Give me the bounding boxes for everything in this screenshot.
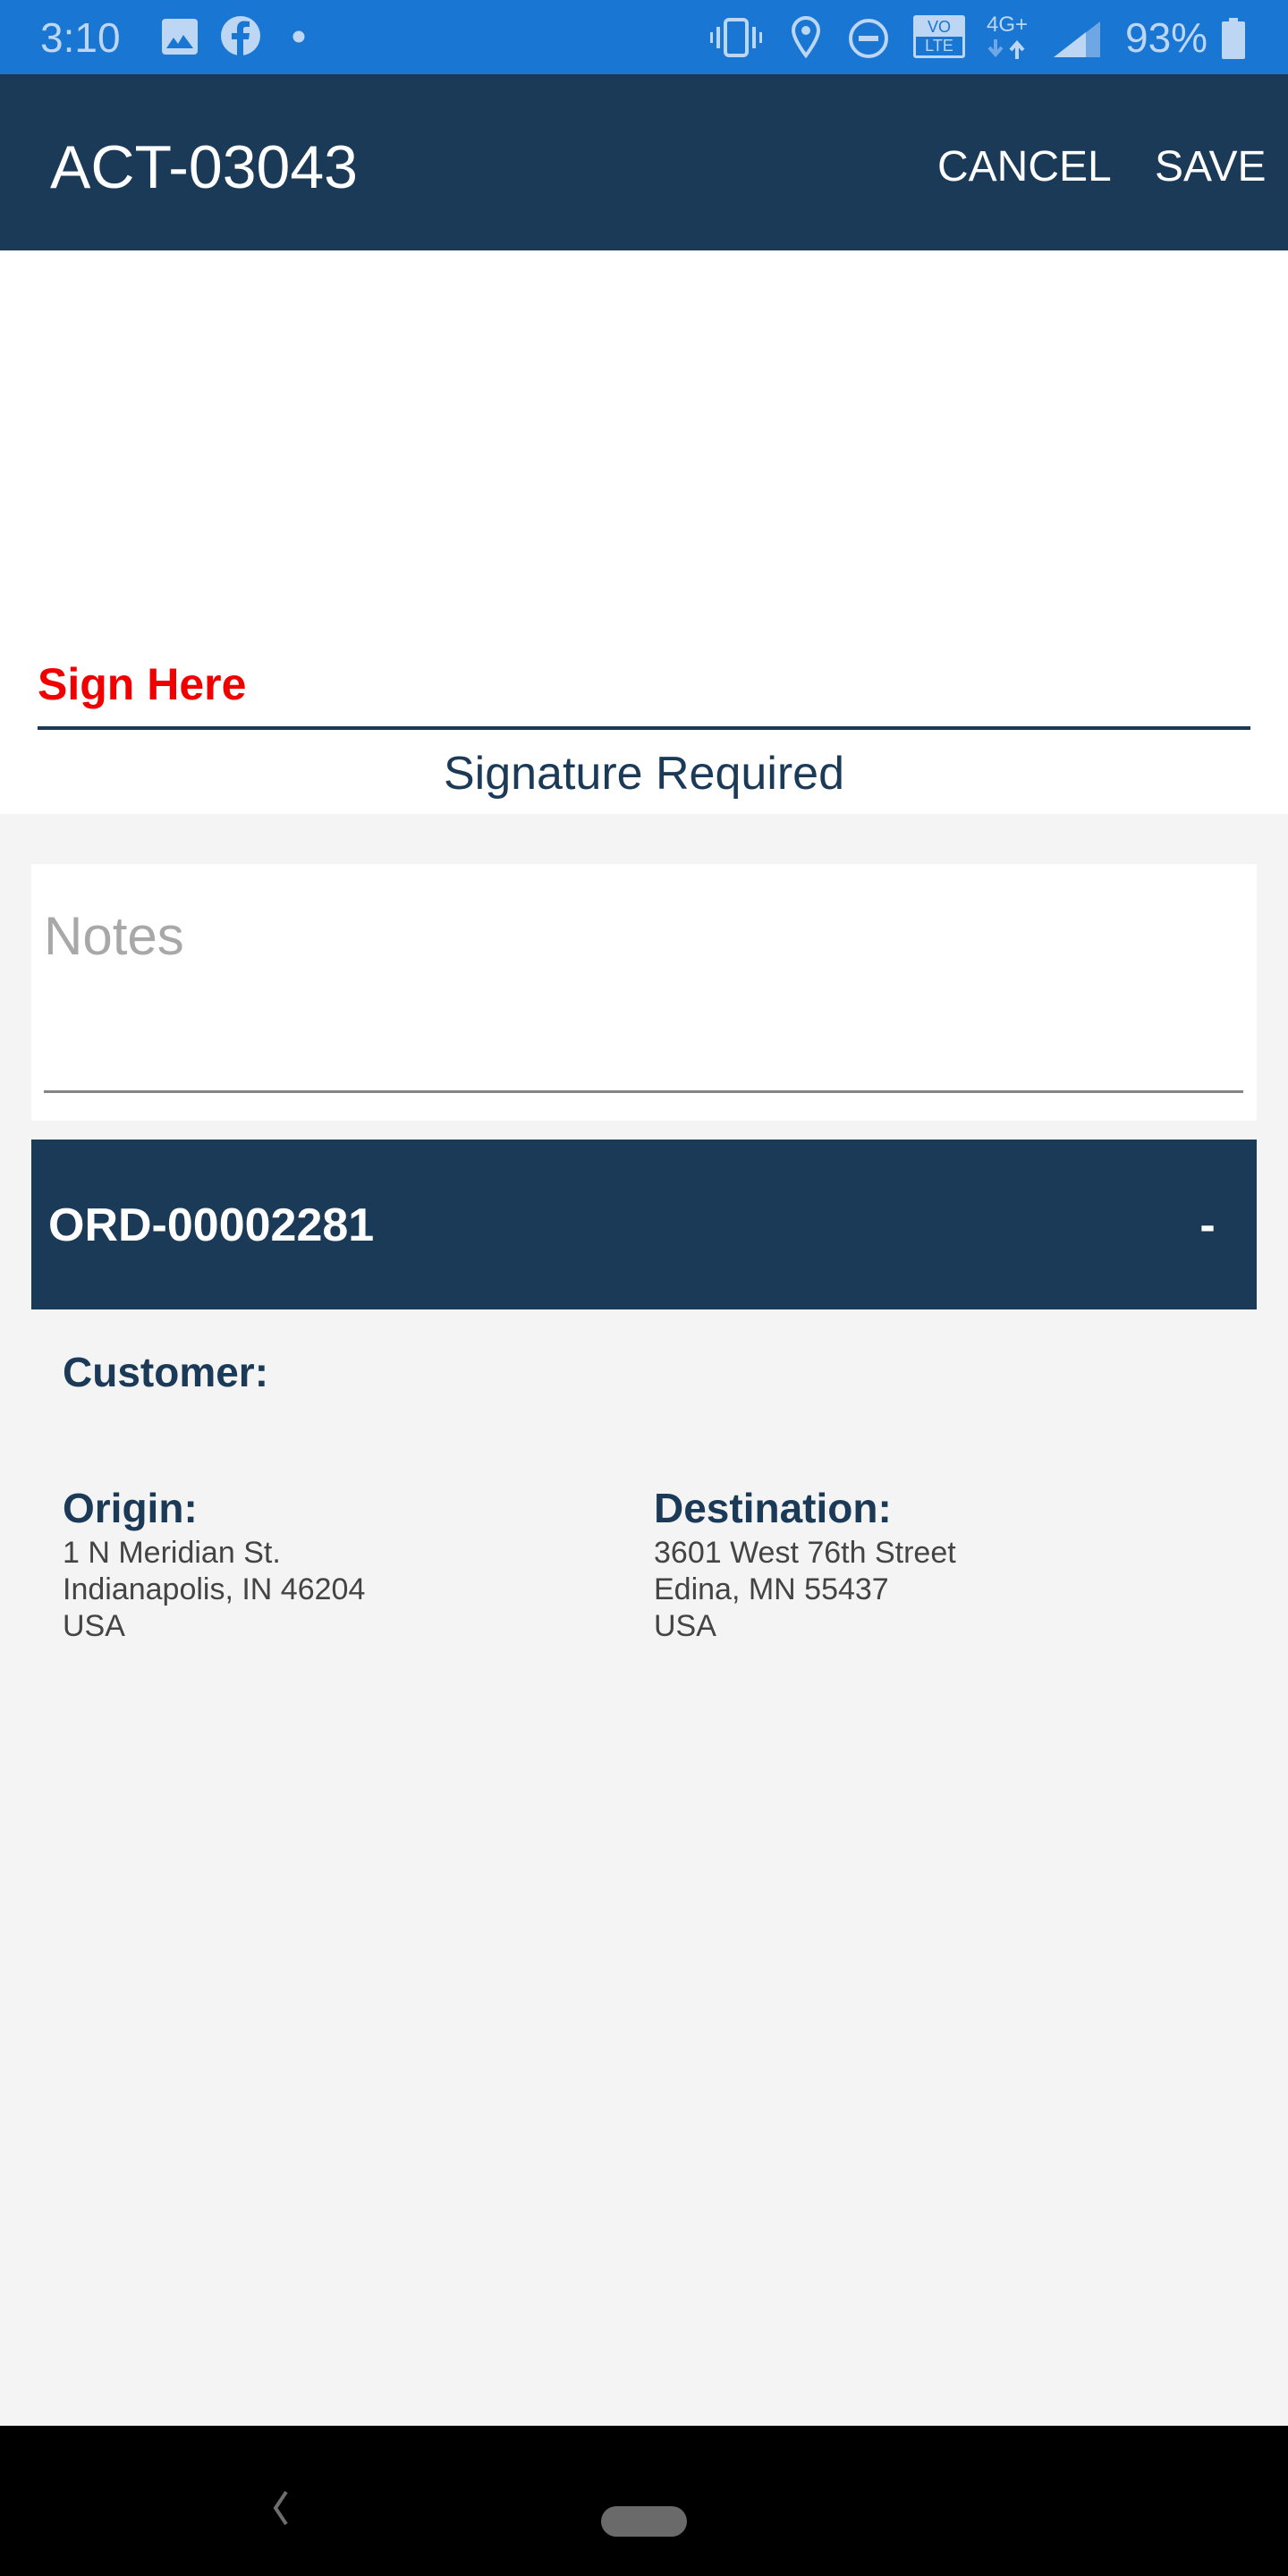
destination-line-3: USA xyxy=(654,1609,716,1643)
customer-label: Customer: xyxy=(63,1349,269,1395)
home-pill-icon[interactable] xyxy=(601,2506,687,2537)
signature-pad[interactable]: Sign Here Signature Required xyxy=(0,250,1288,814)
facebook-icon xyxy=(220,15,261,61)
volte-top-text: VO xyxy=(916,18,962,37)
order-header[interactable]: ORD-00002281 - xyxy=(31,1140,1257,1309)
signature-status: Signature Required xyxy=(443,748,845,800)
origin-label: Origin: xyxy=(63,1485,198,1531)
back-icon[interactable] xyxy=(270,2490,290,2530)
destination-line-2: Edina, MN 55437 xyxy=(654,1572,889,1606)
gallery-icon xyxy=(161,18,199,60)
destination-label: Destination: xyxy=(654,1485,892,1531)
notification-dot-icon xyxy=(292,30,305,47)
signal-icon xyxy=(1054,21,1100,62)
order-id: ORD-00002281 xyxy=(48,1199,375,1251)
notes-card xyxy=(31,864,1257,1121)
volte-bottom-text: LTE xyxy=(925,37,953,55)
page-title: ACT-03043 xyxy=(50,133,358,201)
status-bar: 3:10 VO LTE 4G+ 93% xyxy=(0,0,1288,74)
app-bar: ACT-03043 CANCEL SAVE xyxy=(0,74,1288,250)
origin-line-1: 1 N Meridian St. xyxy=(63,1536,281,1570)
battery-percent: 93% xyxy=(1125,14,1208,61)
system-nav-bar xyxy=(0,2426,1288,2576)
cancel-button[interactable]: CANCEL xyxy=(937,139,1112,196)
status-time: 3:10 xyxy=(40,14,121,61)
signature-line xyxy=(38,726,1250,730)
network-type-text: 4G+ xyxy=(987,13,1029,37)
battery-icon xyxy=(1222,18,1245,64)
save-button[interactable]: SAVE xyxy=(1155,139,1267,196)
origin-line-3: USA xyxy=(63,1609,125,1643)
destination-block: Destination: 3601 West 76th Street Edina… xyxy=(654,1483,1226,1645)
origin-line-2: Indianapolis, IN 46204 xyxy=(63,1572,366,1606)
collapse-toggle[interactable]: - xyxy=(1190,1197,1225,1254)
location-icon xyxy=(791,15,821,63)
notes-input[interactable] xyxy=(44,900,1242,971)
vibrate-icon xyxy=(710,17,762,63)
sign-here-label: Sign Here xyxy=(38,659,247,709)
origin-block: Origin: 1 N Meridian St. Indianapolis, I… xyxy=(63,1483,599,1645)
notes-underline xyxy=(44,1090,1243,1093)
volte-icon: VO LTE xyxy=(913,15,965,58)
do-not-disturb-icon xyxy=(848,18,889,64)
destination-line-1: 3601 West 76th Street xyxy=(654,1536,956,1570)
